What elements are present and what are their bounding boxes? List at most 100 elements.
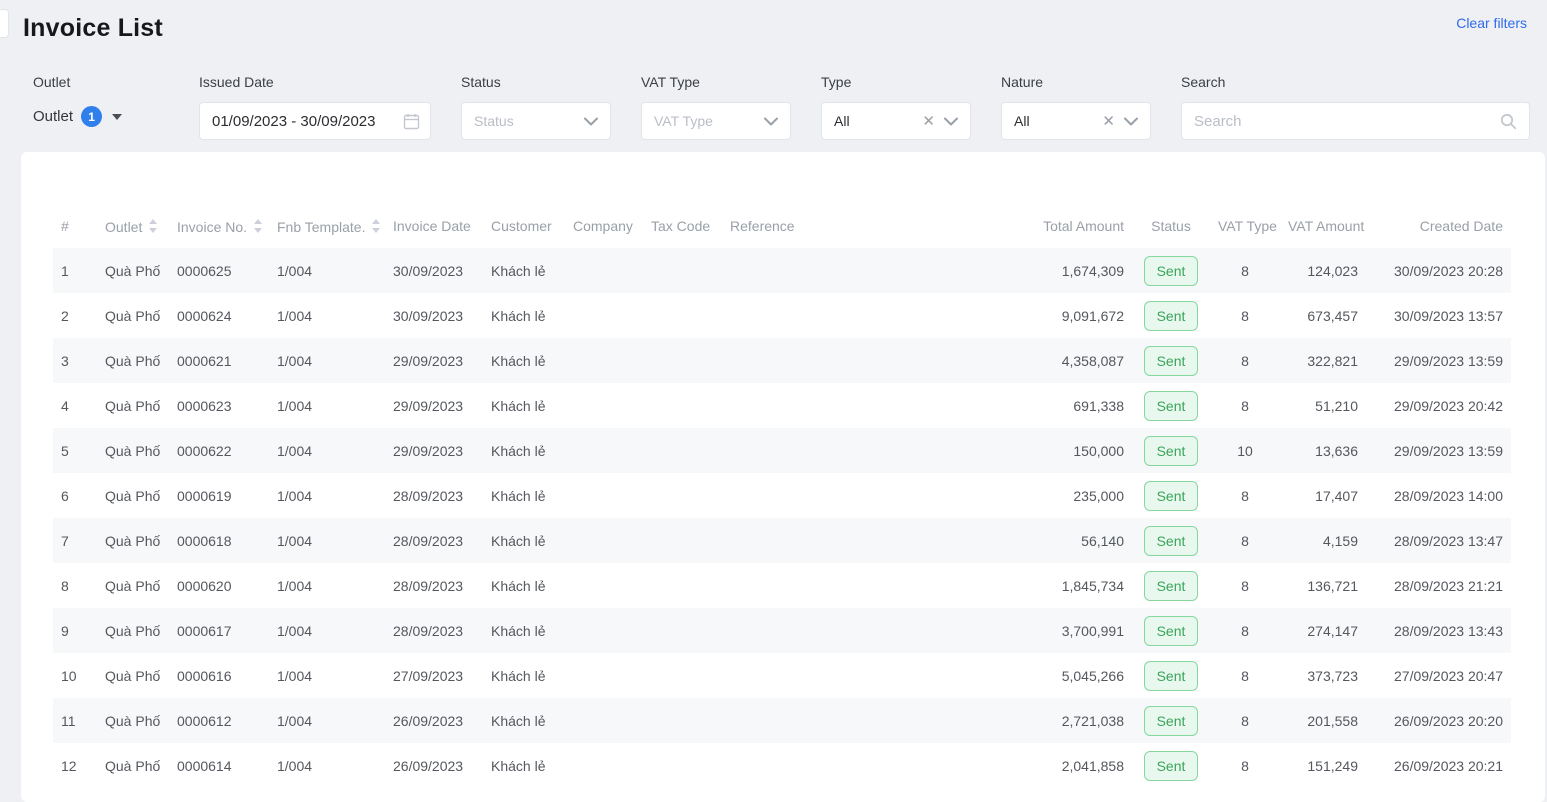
cell-vat_type: 8 xyxy=(1210,698,1280,743)
column-header-label: VAT Amount xyxy=(1288,218,1364,234)
cell-status: Sent xyxy=(1132,563,1210,608)
cell-index: 3 xyxy=(53,338,97,383)
filter-issued-date: Issued Date xyxy=(199,74,431,140)
cell-reference xyxy=(722,248,812,293)
cell-invoice_no: 0000625 xyxy=(169,248,269,293)
cell-index: 10 xyxy=(53,653,97,698)
column-header-label: Invoice No. xyxy=(177,219,247,235)
cell-index: 9 xyxy=(53,608,97,653)
cell-reference xyxy=(722,518,812,563)
cell-outlet: Quà Phố xyxy=(97,338,169,383)
column-header-invoice_no[interactable]: Invoice No. xyxy=(169,204,269,248)
cell-tax_code xyxy=(643,383,722,428)
type-select-value: All xyxy=(834,113,850,129)
outlet-dropdown-trigger[interactable]: Outlet 1 xyxy=(33,106,122,127)
table-row[interactable]: 11Quà Phố00006121/00426/09/2023Khách lẻ2… xyxy=(53,698,1511,743)
cell-company xyxy=(565,653,643,698)
column-header-index: # xyxy=(53,204,97,248)
table-row[interactable]: 10Quà Phố00006161/00427/09/2023Khách lẻ5… xyxy=(53,653,1511,698)
cell-company xyxy=(565,563,643,608)
cell-reference xyxy=(722,338,812,383)
cell-outlet: Quà Phố xyxy=(97,518,169,563)
cell-reference xyxy=(722,653,812,698)
table-row[interactable]: 2Quà Phố00006241/00430/09/2023Khách lẻ9,… xyxy=(53,293,1511,338)
column-header-total_amount: Total Amount xyxy=(812,204,1132,248)
cell-vat_type: 8 xyxy=(1210,293,1280,338)
cell-fnb_template: 1/004 xyxy=(269,428,385,473)
filter-type: Type All ✕ xyxy=(821,74,971,140)
column-header-label: # xyxy=(61,218,69,234)
table-row[interactable]: 8Quà Phố00006201/00428/09/2023Khách lẻ1,… xyxy=(53,563,1511,608)
table-row[interactable]: 12Quà Phố00006141/00426/09/2023Khách lẻ2… xyxy=(53,743,1511,788)
cell-company xyxy=(565,473,643,518)
issued-date-range-picker[interactable] xyxy=(199,102,431,140)
table-row[interactable]: 1Quà Phố00006251/00430/09/2023Khách lẻ1,… xyxy=(53,248,1511,293)
cell-customer: Khách lẻ xyxy=(483,428,565,473)
outlet-count-badge: 1 xyxy=(81,106,102,127)
cell-created_date: 29/09/2023 13:59 xyxy=(1366,428,1511,473)
column-header-outlet[interactable]: Outlet xyxy=(97,204,169,248)
cell-total_amount: 4,358,087 xyxy=(812,338,1132,383)
cell-fnb_template: 1/004 xyxy=(269,338,385,383)
column-header-label: Company xyxy=(573,218,633,234)
cell-fnb_template: 1/004 xyxy=(269,383,385,428)
status-select[interactable]: Status xyxy=(461,102,611,140)
cell-tax_code xyxy=(643,743,722,788)
cell-reference xyxy=(722,563,812,608)
cell-customer: Khách lẻ xyxy=(483,743,565,788)
cell-company xyxy=(565,518,643,563)
clear-filters-link[interactable]: Clear filters xyxy=(1456,15,1527,31)
filter-nature: Nature All ✕ xyxy=(1001,74,1151,140)
status-badge: Sent xyxy=(1144,346,1199,376)
calendar-icon xyxy=(403,113,420,130)
table-row[interactable]: 7Quà Phố00006181/00428/09/2023Khách lẻ56… xyxy=(53,518,1511,563)
table-row[interactable]: 9Quà Phố00006171/00428/09/2023Khách lẻ3,… xyxy=(53,608,1511,653)
issued-date-input[interactable] xyxy=(212,113,397,130)
cell-outlet: Quà Phố xyxy=(97,293,169,338)
search-filter-label: Search xyxy=(1181,74,1530,90)
cell-created_date: 30/09/2023 20:28 xyxy=(1366,248,1511,293)
chevron-down-icon xyxy=(944,117,958,126)
cell-outlet: Quà Phố xyxy=(97,653,169,698)
column-header-fnb_template[interactable]: Fnb Template. xyxy=(269,204,385,248)
cell-invoice_date: 29/09/2023 xyxy=(385,338,483,383)
cell-fnb_template: 1/004 xyxy=(269,653,385,698)
search-icon xyxy=(1500,113,1517,130)
status-badge: Sent xyxy=(1144,751,1199,781)
cell-customer: Khách lẻ xyxy=(483,653,565,698)
cell-created_date: 28/09/2023 21:21 xyxy=(1366,563,1511,608)
cell-customer: Khách lẻ xyxy=(483,293,565,338)
outlet-dropdown-value: Outlet xyxy=(33,108,73,125)
cell-tax_code xyxy=(643,473,722,518)
clear-selection-icon[interactable]: ✕ xyxy=(1102,114,1115,129)
cell-status: Sent xyxy=(1132,338,1210,383)
outlet-filter-label: Outlet xyxy=(33,74,122,90)
clear-selection-icon[interactable]: ✕ xyxy=(922,114,935,129)
nature-select[interactable]: All ✕ xyxy=(1001,102,1151,140)
cell-vat_amount: 673,457 xyxy=(1280,293,1366,338)
column-header-customer: Customer xyxy=(483,204,565,248)
type-select[interactable]: All ✕ xyxy=(821,102,971,140)
cell-total_amount: 150,000 xyxy=(812,428,1132,473)
cell-reference xyxy=(722,743,812,788)
table-row[interactable]: 6Quà Phố00006191/00428/09/2023Khách lẻ23… xyxy=(53,473,1511,518)
vat-type-select[interactable]: VAT Type xyxy=(641,102,791,140)
filter-vat-type: VAT Type VAT Type xyxy=(641,74,791,140)
table-row[interactable]: 5Quà Phố00006221/00429/09/2023Khách lẻ15… xyxy=(53,428,1511,473)
cell-fnb_template: 1/004 xyxy=(269,248,385,293)
cell-invoice_no: 0000616 xyxy=(169,653,269,698)
cell-company xyxy=(565,743,643,788)
search-box[interactable] xyxy=(1181,102,1530,140)
table-row[interactable]: 3Quà Phố00006211/00429/09/2023Khách lẻ4,… xyxy=(53,338,1511,383)
cell-total_amount: 56,140 xyxy=(812,518,1132,563)
search-input[interactable] xyxy=(1194,113,1500,130)
status-badge: Sent xyxy=(1144,391,1199,421)
cell-status: Sent xyxy=(1132,293,1210,338)
cell-vat_amount: 136,721 xyxy=(1280,563,1366,608)
table-row[interactable]: 4Quà Phố00006231/00429/09/2023Khách lẻ69… xyxy=(53,383,1511,428)
cell-created_date: 28/09/2023 14:00 xyxy=(1366,473,1511,518)
cell-created_date: 28/09/2023 13:43 xyxy=(1366,608,1511,653)
column-header-reference: Reference xyxy=(722,204,812,248)
chevron-down-icon xyxy=(584,117,598,126)
column-header-label: Fnb Template. xyxy=(277,219,365,235)
